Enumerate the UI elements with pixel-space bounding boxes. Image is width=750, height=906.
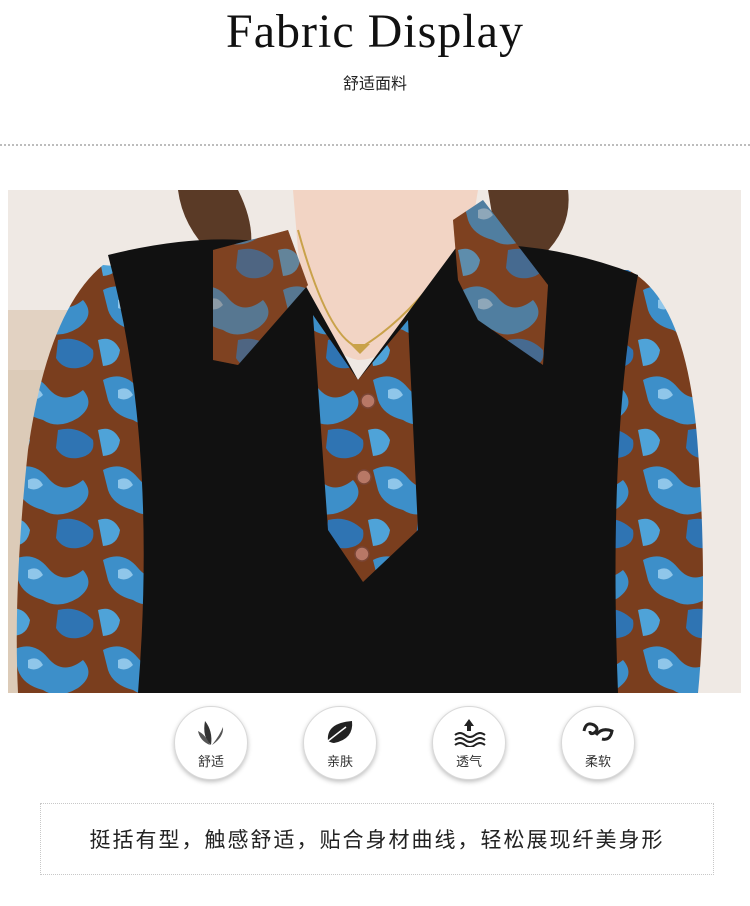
leaf-icon: [320, 717, 360, 747]
description-text: 挺括有型，触感舒适，贴合身材曲线，轻松展现纤美身形: [89, 828, 665, 852]
feature-label: 亲肤: [326, 755, 353, 770]
soft-curl-icon: [578, 717, 618, 747]
dotted-divider: [0, 144, 750, 146]
feature-label: 透气: [455, 755, 482, 770]
feature-icons-row: 舒适 亲肤 透气 柔软: [0, 706, 750, 786]
page-subtitle: 舒适面料: [342, 74, 407, 93]
feature-label: 柔软: [584, 755, 611, 770]
page-title: Fabric Display: [226, 5, 524, 58]
garment-photo: [8, 190, 741, 693]
leaves-icon: [191, 717, 231, 747]
feature-breathable: 透气: [432, 706, 506, 780]
feature-skin-friendly: 亲肤: [303, 706, 377, 780]
feature-soft: 柔软: [561, 706, 635, 780]
feature-label: 舒适: [197, 755, 224, 770]
feature-comfortable: 舒适: [174, 706, 248, 780]
description-box: 挺括有型，触感舒适，贴合身材曲线，轻松展现纤美身形: [40, 803, 714, 875]
garment-illustration: [8, 190, 741, 693]
breathable-waves-icon: [449, 717, 489, 747]
